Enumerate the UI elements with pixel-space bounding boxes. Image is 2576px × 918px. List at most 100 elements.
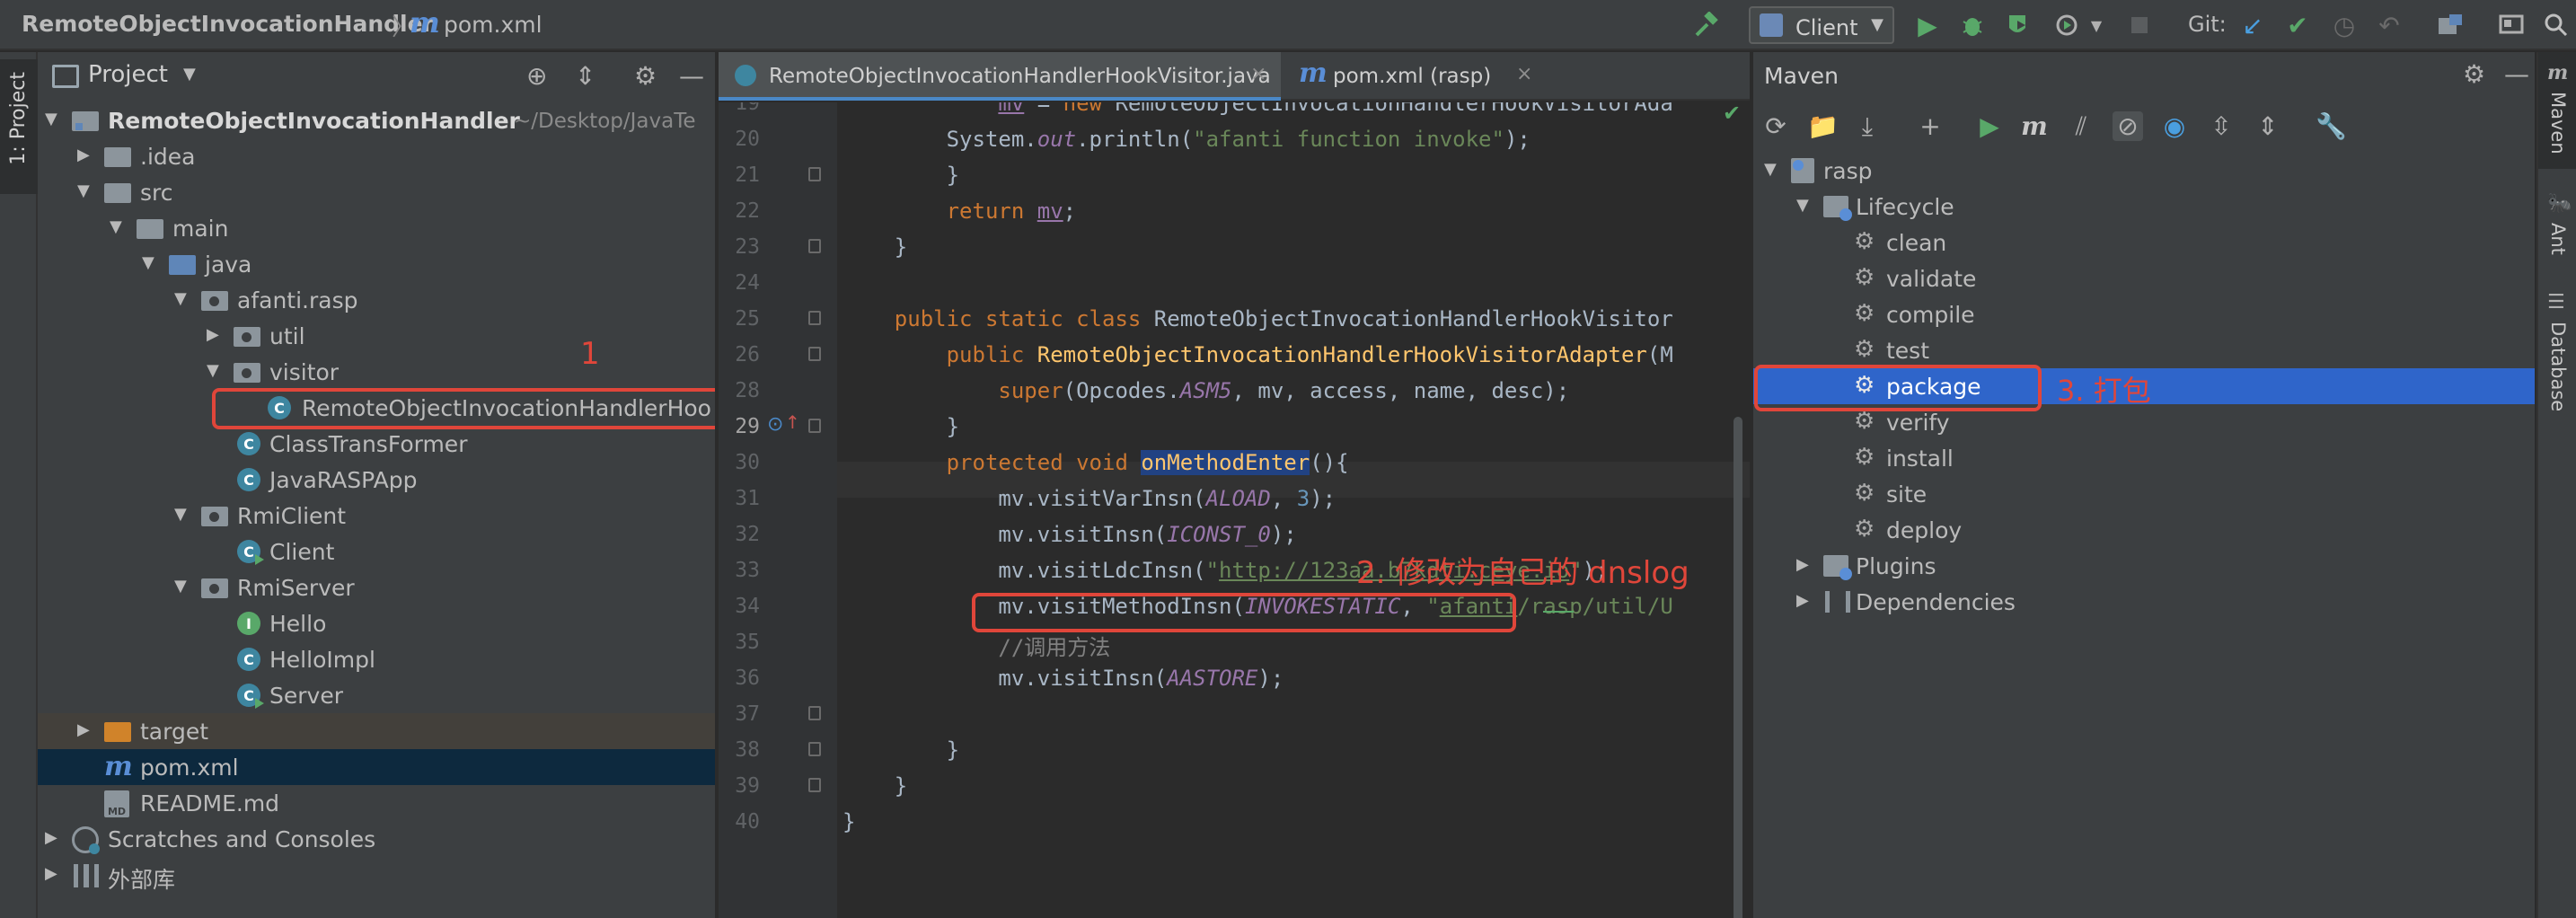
code-line[interactable]: } xyxy=(719,408,1750,444)
code-line[interactable]: } xyxy=(719,767,1750,803)
maven-phase-test[interactable]: ⚙ test xyxy=(1753,332,2535,368)
tree-item-javaraspapp[interactable]: C JavaRASPApp xyxy=(38,462,715,498)
maven-phase-install[interactable]: ⚙ install xyxy=(1753,440,2535,476)
vcs-commit-icon[interactable]: ✔ xyxy=(2280,7,2316,43)
maven-project-rasp[interactable]: ▼ rasp xyxy=(1753,153,2535,189)
history-icon[interactable]: ◷ xyxy=(2326,7,2362,43)
reload-icon[interactable]: ⟳ xyxy=(1760,111,1791,141)
maven-dependencies[interactable]: ▶ Dependencies xyxy=(1753,584,2535,620)
expand-arrow-icon[interactable]: ▼ xyxy=(45,110,63,128)
tree-item-classtransformer[interactable]: C ClassTransFormer xyxy=(38,426,715,462)
database-tool-window-button[interactable]: ☰ Database xyxy=(2538,286,2576,465)
close-icon[interactable]: × xyxy=(1250,63,1266,85)
maven-tool-window-button[interactable]: m Maven xyxy=(2538,52,2576,169)
code-line[interactable]: } xyxy=(719,803,1750,839)
vcs-update-icon[interactable]: ↙ xyxy=(2235,7,2271,43)
toggle-offline-icon[interactable]: ⫽ xyxy=(2066,111,2096,142)
expand-arrow-icon[interactable]: ▼ xyxy=(1796,196,1809,215)
run-icon[interactable]: ▶ xyxy=(1974,111,2005,141)
editor-scrollbar[interactable] xyxy=(1734,417,1742,918)
tree-item-src[interactable]: ▼ src xyxy=(38,174,715,210)
collapse-all-icon[interactable]: ⇕ xyxy=(575,61,595,91)
code-line[interactable]: return mv; xyxy=(719,192,1750,228)
wrench-icon[interactable]: 🔧 xyxy=(2316,111,2347,141)
code-line[interactable]: } xyxy=(719,731,1750,767)
code-line[interactable]: mv.visitInsn(ICONST_0); xyxy=(719,516,1750,552)
expand-all-icon[interactable]: ⇳ xyxy=(2206,111,2236,141)
add-icon[interactable]: + xyxy=(1915,111,1945,141)
maven-phase-deploy[interactable]: ⚙ deploy xyxy=(1753,512,2535,548)
code-line[interactable]: mv.visitInsn(AASTORE); xyxy=(719,659,1750,695)
project-tool-window-button[interactable]: 1: Project xyxy=(0,59,38,194)
execute-goal-icon[interactable]: m xyxy=(2019,111,2050,141)
expand-arrow-icon[interactable]: ▼ xyxy=(174,577,192,596)
code-line[interactable]: } xyxy=(719,156,1750,192)
tab-hook-visitor-java[interactable]: RemoteObjectInvocationHandlerHookVisitor… xyxy=(719,52,1281,101)
expand-arrow-icon[interactable]: ▼ xyxy=(1764,160,1777,179)
expand-arrow-icon[interactable]: ▼ xyxy=(207,361,225,380)
debug-icon[interactable] xyxy=(1954,7,1990,43)
tree-item-rmiclient[interactable]: ▼ RmiClient xyxy=(38,498,715,534)
close-icon[interactable]: × xyxy=(1516,63,1532,85)
tree-item-helloimpl[interactable]: C HelloImpl xyxy=(38,641,715,677)
show-dependencies-icon[interactable]: ◉ xyxy=(2159,111,2190,141)
tree-item-util[interactable]: ▶ util xyxy=(38,318,715,354)
project-structure-icon[interactable] xyxy=(2432,7,2468,43)
tree-item-project-root[interactable]: ▼ RemoteObjectInvocationHandler ~/Deskto… xyxy=(38,102,715,138)
tree-item-java[interactable]: ▼ java xyxy=(38,246,715,282)
code-line[interactable]: } xyxy=(719,228,1750,264)
tree-item-idea[interactable]: ▶ .idea xyxy=(38,138,715,174)
project-view-title[interactable]: Project xyxy=(88,61,168,88)
tree-item-target[interactable]: ▶ target xyxy=(38,713,715,749)
skip-tests-icon[interactable]: ⊘ xyxy=(2113,111,2143,141)
chevron-down-icon[interactable]: ▼ xyxy=(2078,7,2114,43)
rollback-icon[interactable]: ↶ xyxy=(2371,7,2407,43)
code-line[interactable]: mv = new RemoteObjectInvocationHandlerHo… xyxy=(719,102,1750,120)
maven-lifecycle[interactable]: ▼ Lifecycle xyxy=(1753,189,2535,225)
tree-item-main[interactable]: ▼ main xyxy=(38,210,715,246)
maven-phase-site[interactable]: ⚙ site xyxy=(1753,476,2535,512)
code-line[interactable]: public RemoteObjectInvocationHandlerHook… xyxy=(719,336,1750,372)
presentation-icon[interactable] xyxy=(2493,7,2529,43)
expand-arrow-icon[interactable]: ▼ xyxy=(174,289,192,308)
expand-arrow-icon[interactable]: ▼ xyxy=(142,253,160,272)
tree-item-readme[interactable]: MD README.md xyxy=(38,785,715,821)
inspection-ok-icon[interactable]: ✔ xyxy=(1723,102,1741,126)
tree-item-server[interactable]: C Server xyxy=(38,677,715,713)
run-configuration-select[interactable]: Client ▼ xyxy=(1749,6,1894,44)
code-line[interactable]: protected void onMethodEnter(){ xyxy=(719,444,1750,480)
gear-icon[interactable]: ⚙ xyxy=(2463,59,2485,89)
download-icon[interactable]: ⤓ xyxy=(1852,111,1883,142)
maven-phase-compile[interactable]: ⚙ compile xyxy=(1753,296,2535,332)
maven-plugins[interactable]: ▶ Plugins xyxy=(1753,548,2535,584)
hide-icon[interactable]: — xyxy=(679,61,704,91)
tree-item-hello[interactable]: I Hello xyxy=(38,605,715,641)
tree-item-visitor[interactable]: ▼ visitor xyxy=(38,354,715,390)
collapse-arrow-icon[interactable]: ▶ xyxy=(1796,591,1809,610)
code-editor[interactable]: 19 20 21 22 23 24 25 26 28 29 ⊙ ↑ 30 31 32 33 34 35 36 37 38… xyxy=(719,102,1750,918)
code-line[interactable]: System.out.println("afanti function invo… xyxy=(719,120,1750,156)
search-icon[interactable] xyxy=(2538,7,2574,43)
collapse-arrow-icon[interactable]: ▶ xyxy=(207,325,225,344)
collapse-arrow-icon[interactable]: ▶ xyxy=(45,864,63,883)
tab-pom-rasp[interactable]: m pom.xml (rasp) × xyxy=(1283,52,1552,101)
generate-sources-icon[interactable]: 📁 xyxy=(1807,111,1839,141)
breadcrumb-file[interactable]: pom.xml xyxy=(444,12,543,38)
tree-item-rmiserver[interactable]: ▼ RmiServer xyxy=(38,569,715,605)
tree-item-pom[interactable]: m pom.xml xyxy=(38,749,715,785)
code-line[interactable]: public static class RemoteObjectInvocati… xyxy=(719,300,1750,336)
collapse-arrow-icon[interactable]: ▶ xyxy=(77,720,95,739)
collapse-arrow-icon[interactable]: ▶ xyxy=(77,146,95,164)
code-line[interactable] xyxy=(719,695,1750,731)
maven-phase-validate[interactable]: ⚙ validate xyxy=(1753,260,2535,296)
coverage-icon[interactable] xyxy=(1999,7,2035,43)
code-line[interactable]: super(Opcodes.ASM5, mv, access, name, de… xyxy=(719,372,1750,408)
maven-phase-clean[interactable]: ⚙ clean xyxy=(1753,225,2535,260)
code-line[interactable] xyxy=(719,264,1750,300)
run-icon[interactable]: ▶ xyxy=(1910,7,1945,43)
tree-item-external-libraries[interactable]: ▶ 外部库 xyxy=(38,857,715,893)
collapse-arrow-icon[interactable]: ▶ xyxy=(1796,555,1809,574)
expand-arrow-icon[interactable]: ▼ xyxy=(174,505,192,524)
collapse-arrow-icon[interactable]: ▶ xyxy=(45,828,63,847)
chevron-down-icon[interactable]: ▼ xyxy=(183,65,196,84)
